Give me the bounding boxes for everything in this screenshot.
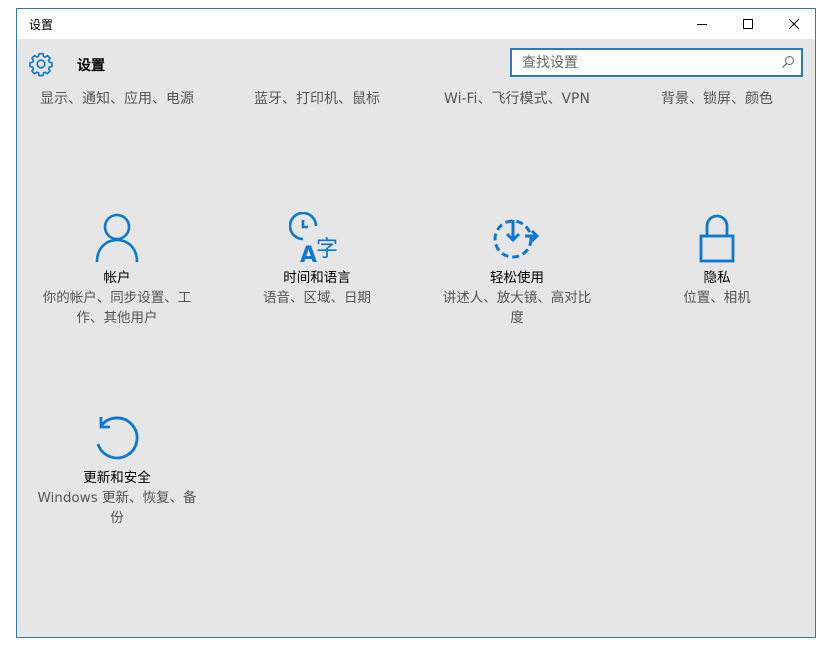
title-bar[interactable]: 设置 — [17, 9, 815, 39]
tile-network[interactable]: Wi-Fi、飞行模式、VPN — [437, 90, 597, 109]
tile-name: 轻松使用 — [490, 270, 544, 286]
page-title: 设置 — [77, 58, 105, 74]
tile-name: 更新和安全 — [83, 470, 151, 486]
tile-system[interactable]: 显示、通知、应用、电源 — [37, 90, 197, 109]
svg-text:字: 字 — [316, 237, 338, 262]
update-icon — [96, 416, 139, 460]
tile-name: 帐户 — [103, 270, 131, 286]
tile-desc: 你的帐户、同步设置、工作、其他用户 — [42, 290, 192, 326]
tile-desc: 背景、锁屏、颜色 — [661, 91, 773, 107]
maximize-button[interactable] — [725, 9, 771, 39]
window-title: 设置 — [29, 18, 54, 32]
tile-desc: 语音、区域、日期 — [263, 290, 371, 306]
tile-desc: 蓝牙、打印机、鼠标 — [254, 91, 380, 107]
tile-privacy[interactable]: 隐私 位置、相机 — [637, 212, 797, 308]
time-language-icon: A 字 — [289, 212, 338, 264]
search-input[interactable] — [512, 50, 774, 75]
maximize-icon — [743, 19, 753, 29]
person-icon — [95, 213, 139, 263]
tile-name: 时间和语言 — [283, 270, 351, 286]
tile-name: 隐私 — [703, 270, 731, 286]
close-button[interactable] — [771, 9, 817, 39]
tile-time-language[interactable]: A 字 时间和语言 语音、区域、日期 — [237, 212, 397, 308]
tile-desc: Wi-Fi、飞行模式、VPN — [444, 91, 590, 107]
tile-desc: 讲述人、放大镜、高对比度 — [442, 290, 592, 326]
svg-text:A: A — [300, 243, 317, 264]
search-box[interactable] — [510, 48, 803, 77]
settings-window: 设置 设置 显示、通知、应用、电源 蓝牙、打印机、鼠标 Wi-Fi、飞行模式、V… — [16, 8, 816, 638]
tile-personalization[interactable]: 背景、锁屏、颜色 — [637, 90, 797, 109]
tile-ease-of-access[interactable]: 轻松使用 讲述人、放大镜、高对比度 — [437, 212, 597, 328]
close-icon — [788, 18, 800, 30]
tile-desc: Windows 更新、恢复、备份 — [37, 490, 197, 526]
gear-icon — [29, 52, 53, 77]
tile-desc: 位置、相机 — [683, 290, 751, 306]
tile-devices[interactable]: 蓝牙、打印机、鼠标 — [237, 90, 397, 109]
lock-icon — [699, 214, 735, 263]
ease-of-access-icon — [493, 219, 540, 259]
tile-update-security[interactable]: 更新和安全 Windows 更新、恢复、备份 — [37, 412, 197, 528]
minimize-icon — [697, 24, 707, 25]
tile-accounts[interactable]: 帐户 你的帐户、同步设置、工作、其他用户 — [37, 212, 197, 328]
minimize-button[interactable] — [679, 9, 725, 39]
tile-desc: 显示、通知、应用、电源 — [40, 91, 194, 107]
search-icon[interactable] — [781, 55, 795, 69]
